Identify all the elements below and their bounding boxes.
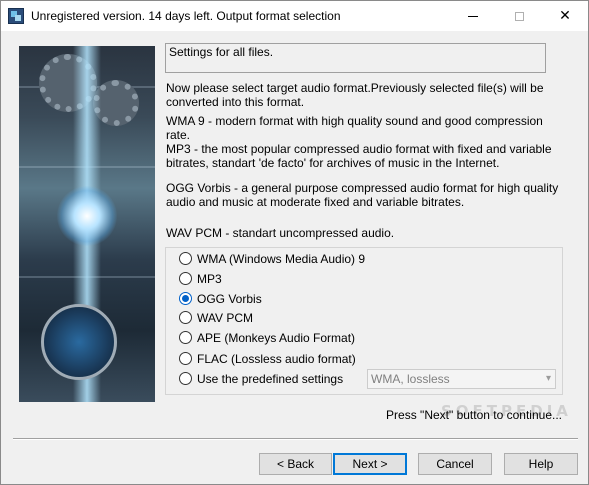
divider [13,438,578,440]
minimize-icon [468,16,478,17]
help-button[interactable]: Help [504,453,578,475]
radio-wav[interactable]: WAV PCM [179,308,253,326]
mp3-description: MP3 - the most popular compressed audio … [166,142,552,170]
next-button[interactable]: Next > [333,453,407,475]
radio-button[interactable] [179,252,192,266]
lens-icon [41,304,117,380]
radio-label[interactable]: WAV PCM [197,311,253,325]
preset-value: WMA, lossless [371,372,450,386]
light-burst [57,186,117,246]
radio-flac[interactable]: FLAC (Lossless audio format) [179,349,356,367]
radio-label[interactable]: WMA (Windows Media Audio) 9 [197,252,365,266]
radio-button[interactable] [179,331,192,345]
radio-ape[interactable]: APE (Monkeys Audio Format) [179,328,355,346]
window-title: Unregistered version. 14 days left. Outp… [31,9,341,23]
title-bar[interactable]: Unregistered version. 14 days left. Outp… [1,1,588,31]
preset-dropdown: WMA, lossless ▾ [367,369,556,389]
radio-predefined[interactable]: Use the predefined settings [179,369,343,387]
radio-label[interactable]: OGG Vorbis [197,292,262,306]
close-icon: ✕ [559,8,571,24]
radio-button[interactable] [179,311,192,325]
radio-ogg[interactable]: OGG Vorbis [179,289,262,307]
radio-label[interactable]: Use the predefined settings [197,372,343,386]
minimize-button[interactable] [450,1,496,31]
side-banner-image [19,46,155,402]
wav-description: WAV PCM - standart uncompressed audio. [166,226,395,240]
maximize-icon [514,12,524,21]
radio-label[interactable]: MP3 [197,272,222,286]
settings-header: Settings for all files. [169,45,274,59]
close-button[interactable]: ✕ [542,1,588,31]
continue-hint: Press "Next" button to continue... [386,408,562,422]
radio-button[interactable] [179,292,192,306]
chevron-down-icon: ▾ [545,373,551,384]
wma-description: WMA 9 - modern format with high quality … [166,114,543,142]
intro-text: Now please select target audio format.Pr… [166,81,544,109]
app-icon[interactable] [8,8,24,24]
maximize-button [496,1,542,31]
back-button[interactable]: < Back [259,453,332,475]
dialog-window: Unregistered version. 14 days left. Outp… [0,0,589,485]
radio-mp3[interactable]: MP3 [179,269,222,287]
ogg-description: OGG Vorbis - a general purpose compresse… [166,181,559,209]
radio-label[interactable]: FLAC (Lossless audio format) [197,352,356,366]
settings-header-box: Settings for all files. [165,43,546,73]
cancel-button[interactable]: Cancel [418,453,492,475]
radio-wma[interactable]: WMA (Windows Media Audio) 9 [179,249,365,267]
radio-button[interactable] [179,372,192,386]
radio-button[interactable] [179,352,192,366]
radio-label[interactable]: APE (Monkeys Audio Format) [197,331,355,345]
radio-button[interactable] [179,272,192,286]
